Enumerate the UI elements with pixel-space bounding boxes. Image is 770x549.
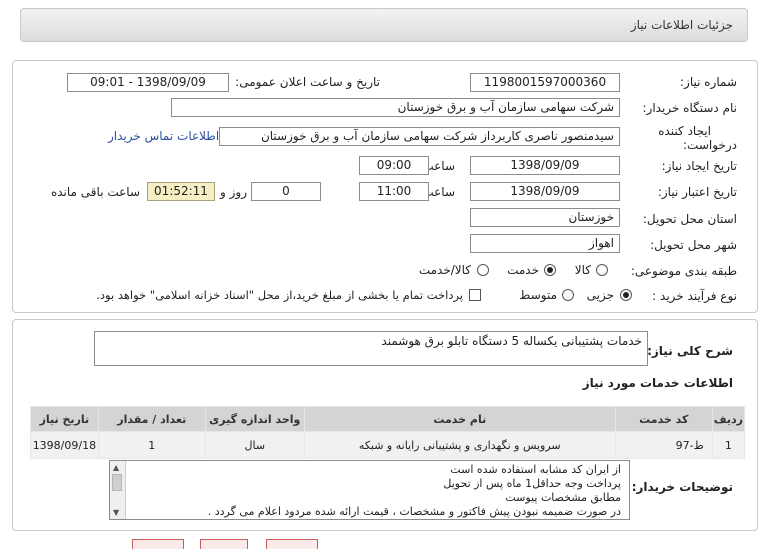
need-number-field: 1198001597000360 bbox=[470, 73, 620, 92]
col-date: تاریخ نیاز bbox=[30, 406, 99, 432]
scroll-up-icon[interactable]: ▲ bbox=[113, 463, 119, 472]
created-time-field: 09:00 bbox=[359, 156, 429, 175]
services-table: ردیف کد خدمت نام خدمت واحد اندازه گیری ت… bbox=[30, 406, 746, 459]
col-name: نام خدمت bbox=[303, 406, 616, 432]
scroll-thumb[interactable] bbox=[112, 474, 122, 491]
details-panel: شرح کلی نیاز: خدمات پشتیبانی یکساله 5 دس… bbox=[12, 319, 758, 531]
notes-line-4: در صورت ضمیمه نبودن پیش فاکتور و مشخصات … bbox=[207, 505, 621, 518]
category-service-label: خدمت bbox=[507, 263, 539, 277]
cell-code: ط-97 bbox=[614, 431, 713, 459]
page-title: جزئیات اطلاعات نیاز bbox=[630, 18, 733, 32]
buyer-field: شرکت سهامی سازمان آب و برق خوزستان bbox=[171, 98, 620, 117]
need-number-label: شماره نیاز: bbox=[680, 75, 737, 89]
need-info-panel: شماره نیاز: 1198001597000360 تاریخ و ساع… bbox=[12, 60, 758, 313]
province-field: خوزستان bbox=[470, 208, 620, 227]
treasury-checkbox[interactable] bbox=[469, 289, 481, 301]
creator-label-2: درخواست: bbox=[683, 138, 737, 152]
notes-line-2: پرداخت وجه حداقل1 ماه پس از تحویل bbox=[443, 477, 621, 490]
treasury-text: پرداخت تمام یا بخشی از مبلغ خرید،از محل … bbox=[96, 288, 463, 302]
announce-field: 1398/09/09 - 09:01 bbox=[67, 73, 229, 92]
cell-row: 1 bbox=[711, 431, 746, 459]
col-unit: واحد اندازه گیری bbox=[204, 406, 305, 432]
remaining-days-field: 0 bbox=[251, 182, 321, 201]
validity-time-field: 11:00 bbox=[359, 182, 429, 201]
col-row: ردیف bbox=[711, 406, 746, 432]
notes-label: توضیحات خریدار: bbox=[631, 480, 733, 494]
cell-qty: 1 bbox=[97, 431, 206, 459]
cell-date: 1398/09/18 bbox=[30, 431, 99, 459]
purchase-medium-label: متوسط bbox=[519, 288, 557, 302]
category-service-radio[interactable] bbox=[544, 264, 556, 276]
page-header: جزئیات اطلاعات نیاز bbox=[20, 8, 748, 42]
notes-textarea[interactable]: ▲ ▼ از ایران کد مشابه استفاده شده است پر… bbox=[109, 460, 630, 520]
creator-field: سیدمنصور ناصری کاربرداز شرکت سهامی سازما… bbox=[219, 127, 620, 146]
purchase-medium-radio[interactable] bbox=[562, 289, 574, 301]
category-goods-service-radio[interactable] bbox=[477, 264, 489, 276]
city-label: شهر محل تحویل: bbox=[650, 238, 737, 252]
bottom-button-1[interactable] bbox=[132, 539, 184, 549]
days-label: روز و bbox=[220, 185, 247, 199]
bottom-button-2[interactable] bbox=[200, 539, 248, 549]
notes-scrollbar[interactable]: ▲ ▼ bbox=[110, 461, 126, 519]
announce-label: تاریخ و ساعت اعلان عمومی: bbox=[235, 75, 380, 89]
bottom-button-3[interactable] bbox=[266, 539, 318, 549]
summary-field: خدمات پشتیبانی یکساله 5 دستگاه تابلو برق… bbox=[94, 331, 648, 366]
validity-label: تاریخ اعتبار نیاز: bbox=[657, 185, 737, 199]
remaining-time-field: 01:52:11 bbox=[147, 182, 215, 201]
purchase-minor-label: جزیی bbox=[586, 288, 614, 302]
category-label: طبقه بندی موضوعی: bbox=[630, 264, 737, 278]
table-row: 1 ط-97 سرویس و نگهداری و پشتیبانی رایانه… bbox=[30, 431, 746, 459]
category-goods-label: کالا bbox=[574, 263, 591, 277]
creator-label-1: ایجاد کننده bbox=[658, 124, 711, 138]
summary-label: شرح کلی نیاز: bbox=[647, 344, 733, 358]
col-qty: تعداد / مقدار bbox=[97, 406, 206, 432]
validity-date-field: 1398/09/09 bbox=[470, 182, 620, 201]
cell-unit: سال bbox=[204, 431, 305, 459]
province-label: استان محل تحویل: bbox=[642, 212, 737, 226]
buyer-label: نام دستگاه خریدار: bbox=[642, 101, 738, 115]
services-title: اطلاعات خدمات مورد نیاز bbox=[582, 376, 733, 390]
scroll-down-icon[interactable]: ▼ bbox=[113, 508, 119, 517]
col-code: کد خدمت bbox=[614, 406, 713, 432]
category-goods-radio[interactable] bbox=[596, 264, 608, 276]
purchase-label: نوع فرآیند خرید : bbox=[652, 289, 737, 303]
purchase-minor-radio[interactable] bbox=[620, 289, 632, 301]
cell-name: سرویس و نگهداری و پشتیبانی رایانه و شبکه bbox=[303, 431, 616, 459]
city-field: اهواز bbox=[470, 234, 620, 253]
notes-line-1: از ایران کد مشابه استفاده شده است bbox=[450, 463, 621, 476]
services-header-row: ردیف کد خدمت نام خدمت واحد اندازه گیری ت… bbox=[30, 406, 746, 432]
buyer-contact-link[interactable]: اطلاعات تماس خریدار bbox=[108, 129, 219, 143]
notes-line-3: مطابق مشخصات پیوست bbox=[505, 491, 621, 504]
category-goods-service-label: کالا/خدمت bbox=[418, 263, 471, 277]
created-date-field: 1398/09/09 bbox=[470, 156, 620, 175]
created-label: تاریخ ایجاد نیاز: bbox=[661, 159, 737, 173]
remaining-label: ساعت باقی مانده bbox=[50, 185, 140, 199]
